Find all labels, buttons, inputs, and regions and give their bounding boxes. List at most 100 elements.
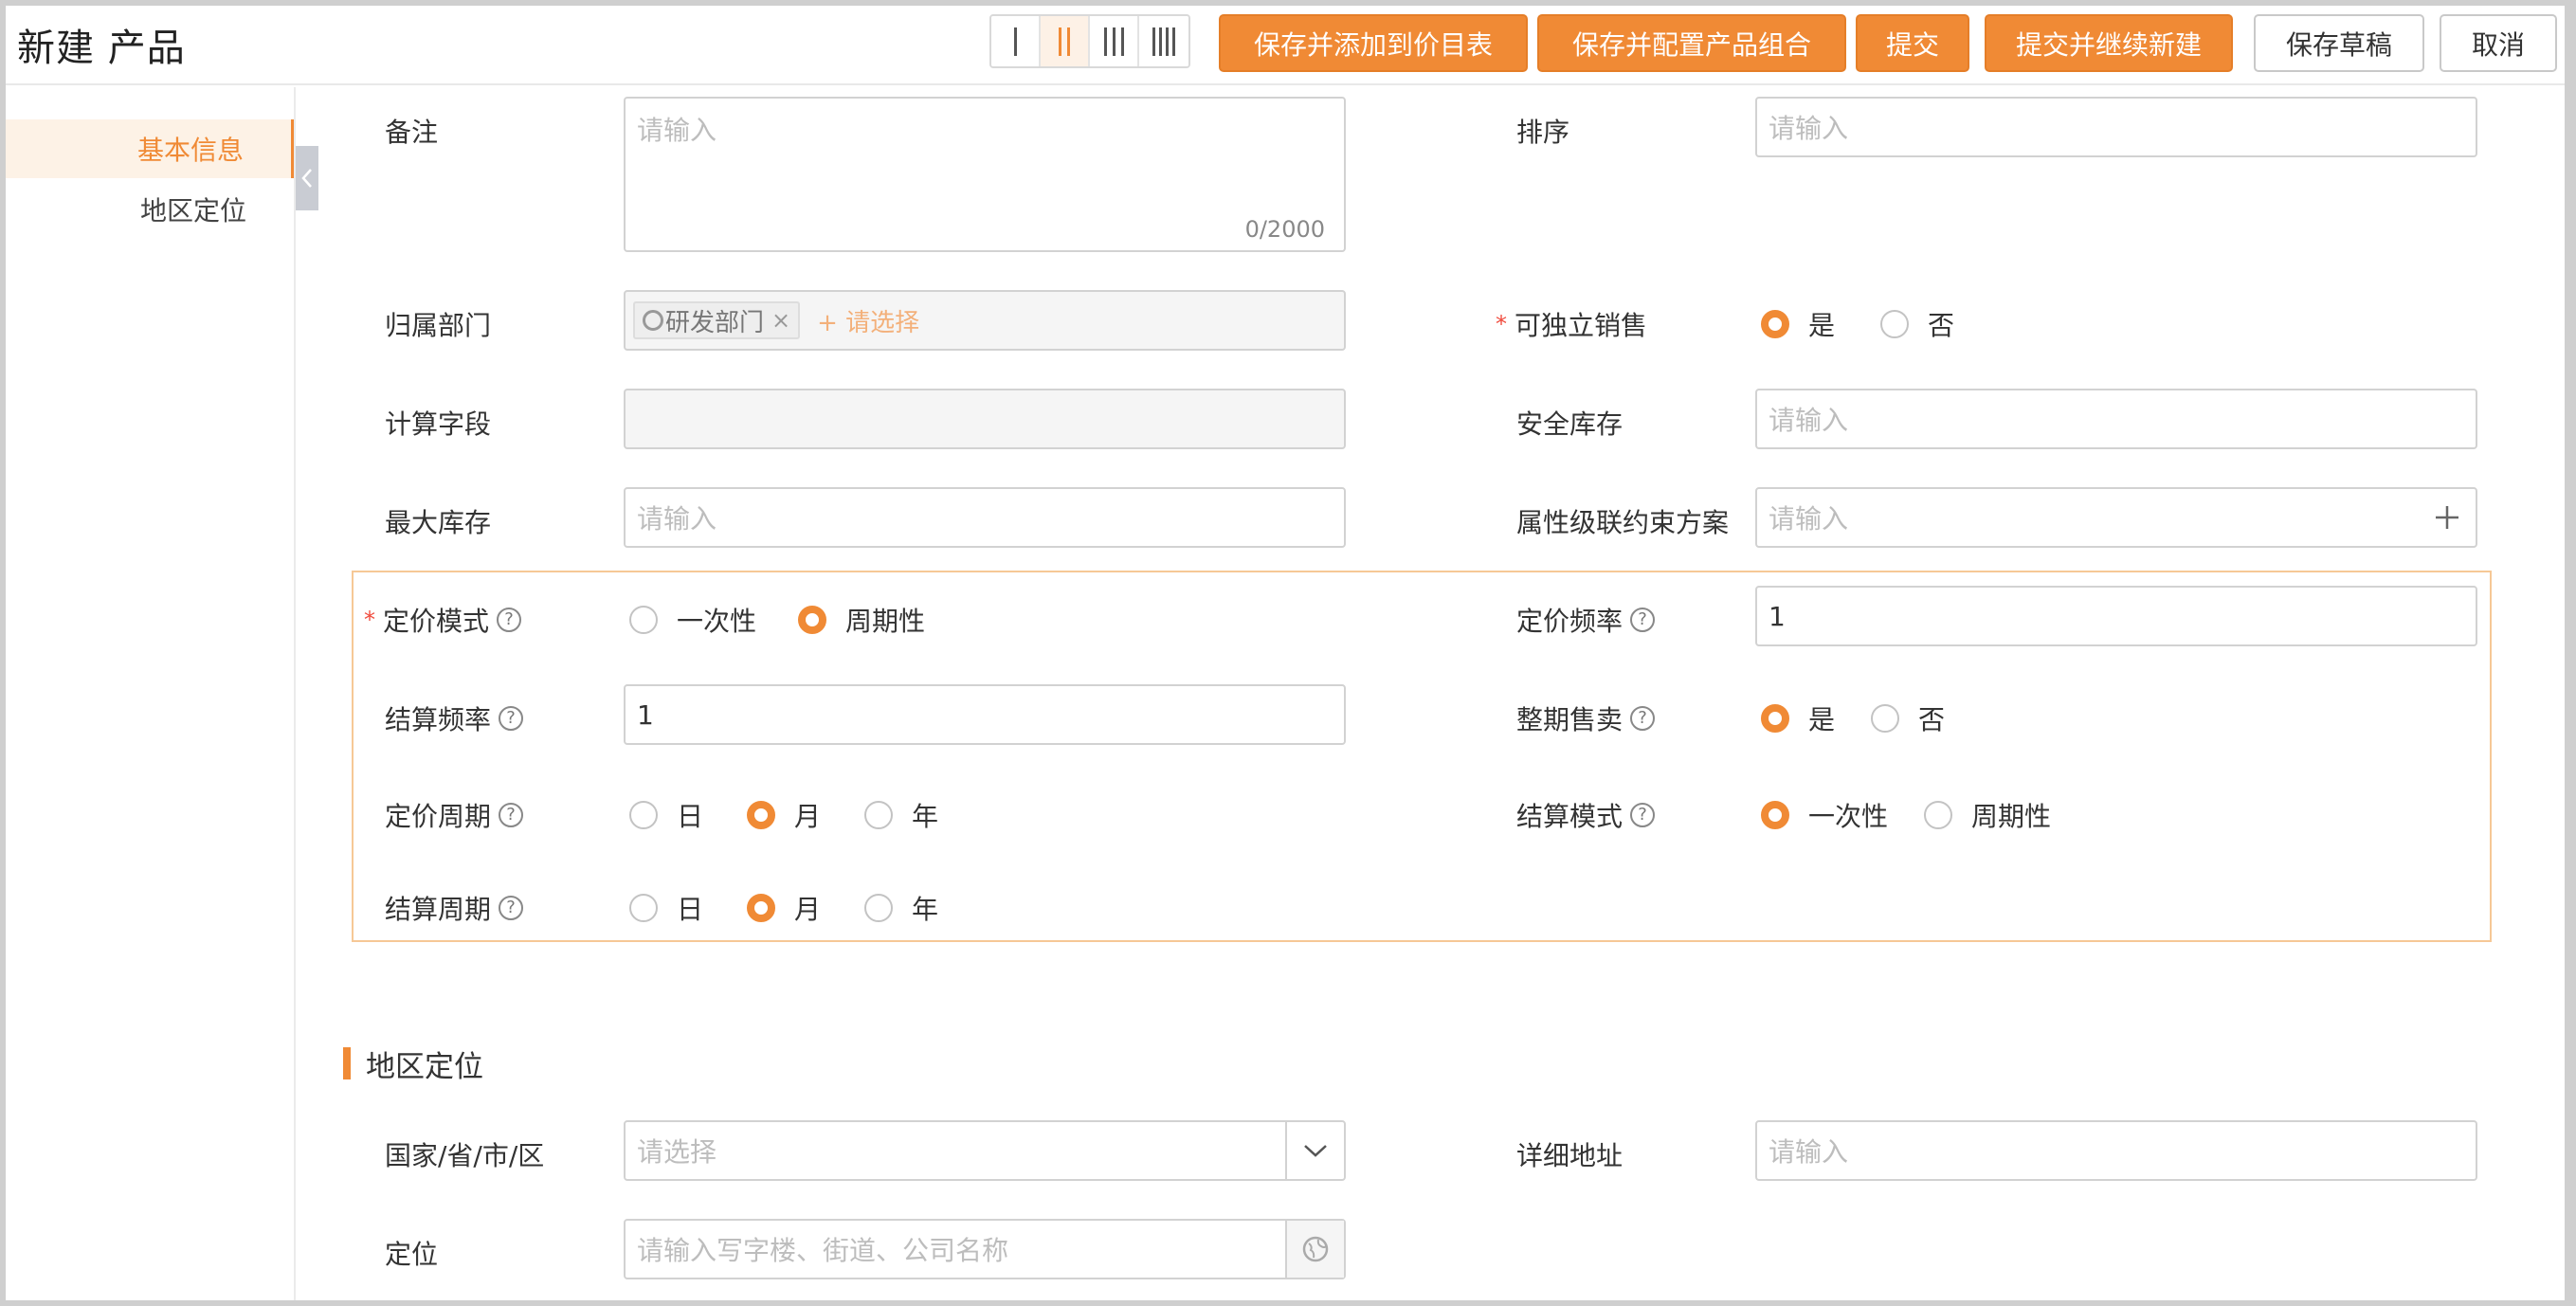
- settle-freq-value: 1: [637, 698, 654, 731]
- radio-label: 年: [912, 801, 939, 832]
- department-add-link[interactable]: + 请选择: [817, 303, 919, 338]
- nav-item-basic-info[interactable]: 基本信息: [6, 119, 294, 178]
- save-add-pricelist-button[interactable]: 保存并添加到价目表: [1219, 14, 1528, 72]
- sort-placeholder: 请输入: [1769, 113, 1849, 144]
- settle-period-year[interactable]: 年: [864, 889, 938, 927]
- cancel-button[interactable]: 取消: [2440, 14, 2557, 72]
- layout-4-column-button[interactable]: [1139, 16, 1188, 66]
- max-stock-input[interactable]: 请输入: [624, 487, 1346, 548]
- plus-icon[interactable]: [2419, 489, 2476, 546]
- location-input[interactable]: 请输入写字楼、街道、公司名称: [624, 1219, 1346, 1279]
- attr-constraint-placeholder: 请输入: [1769, 503, 1849, 535]
- max-stock-label: 最大库存: [385, 507, 492, 538]
- pricing-period-year[interactable]: 年: [864, 796, 938, 834]
- country-select[interactable]: 请选择: [624, 1120, 1346, 1181]
- nav-item-region[interactable]: 地区定位: [6, 180, 294, 239]
- settle-mode-label: 结算模式?: [1516, 796, 1656, 834]
- layout-3-column-button[interactable]: [1090, 16, 1139, 66]
- whole-period-yes[interactable]: 是: [1761, 699, 1835, 737]
- pricing-period-radios: 日 月 年: [629, 796, 976, 834]
- country-placeholder: 请选择: [637, 1136, 717, 1168]
- help-icon[interactable]: ?: [499, 706, 524, 731]
- nav-item-label: 基本信息: [136, 135, 244, 166]
- remark-char-counter: 0/2000: [1244, 216, 1325, 243]
- settle-period-day[interactable]: 日: [629, 889, 703, 927]
- safety-stock-input[interactable]: 请输入: [1755, 389, 2477, 449]
- help-icon[interactable]: ?: [497, 608, 522, 632]
- settle-period-month[interactable]: 月: [747, 889, 821, 927]
- pricing-mode-label-text: 定价模式: [383, 606, 490, 637]
- page-header: 新建 产品 保存并添加到价目表 保存并配置产品组合 提交 提交并继续新建 保存草…: [6, 6, 2565, 85]
- layout-1-column-button[interactable]: [991, 16, 1041, 66]
- settle-period-radios: 日 月 年: [629, 889, 976, 927]
- radio-icon: [864, 801, 894, 829]
- remark-textarea[interactable]: 请输入 0/2000: [624, 97, 1346, 252]
- settle-period-label: 结算周期?: [385, 889, 524, 927]
- chevron-down-icon[interactable]: [1285, 1122, 1344, 1179]
- calc-field-label: 计算字段: [385, 408, 492, 440]
- pricing-period-label-text: 定价周期: [385, 801, 492, 832]
- radio-icon: [1871, 704, 1900, 733]
- radio-label: 年: [912, 894, 939, 925]
- sort-input[interactable]: 请输入: [1755, 97, 2477, 157]
- attr-constraint-input[interactable]: 请输入: [1755, 487, 2477, 548]
- radio-label: 否: [1928, 310, 1955, 341]
- country-label: 国家/省/市/区: [385, 1140, 545, 1171]
- help-icon[interactable]: ?: [1630, 608, 1656, 632]
- pricing-period-month[interactable]: 月: [747, 796, 821, 834]
- radio-icon: [1761, 310, 1789, 338]
- sort-label: 排序: [1516, 117, 1570, 148]
- pricing-period-day[interactable]: 日: [629, 796, 703, 834]
- location-placeholder: 请输入写字楼、街道、公司名称: [637, 1235, 1009, 1266]
- address-input[interactable]: 请输入: [1755, 1120, 2477, 1181]
- safety-stock-label: 安全库存: [1516, 408, 1624, 440]
- remark-label: 备注: [385, 117, 439, 148]
- whole-period-radios: 是 否: [1761, 699, 1983, 737]
- settle-mode-one-time[interactable]: 一次性: [1761, 796, 1888, 834]
- section-nav: 基本信息 地区定位: [6, 87, 296, 1300]
- radio-icon: [629, 894, 658, 922]
- circle-icon: [643, 310, 663, 331]
- radio-icon: [629, 606, 658, 634]
- department-select[interactable]: 研发部门 × + 请选择: [624, 290, 1346, 351]
- department-tag: 研发部门 ×: [633, 301, 801, 339]
- settle-mode-periodic[interactable]: 周期性: [1924, 796, 2051, 834]
- settle-freq-label: 结算频率?: [385, 699, 524, 737]
- pricing-mode-label: * 定价模式?: [364, 601, 522, 639]
- section-bar: [343, 1047, 351, 1079]
- pricing-mode-periodic[interactable]: 周期性: [798, 601, 925, 639]
- save-config-bundle-button[interactable]: 保存并配置产品组合: [1537, 14, 1846, 72]
- submit-button[interactable]: 提交: [1856, 14, 1969, 72]
- help-icon[interactable]: ?: [1630, 706, 1656, 731]
- address-label: 详细地址: [1516, 1140, 1624, 1171]
- pricing-freq-input[interactable]: 1: [1755, 586, 2477, 646]
- pricing-mode-one-time[interactable]: 一次性: [629, 601, 756, 639]
- calc-field-input: [624, 389, 1346, 449]
- radio-label: 周期性: [845, 606, 926, 637]
- whole-period-no[interactable]: 否: [1871, 699, 1945, 737]
- sidebar-collapse-handle[interactable]: [296, 146, 318, 210]
- radio-icon: [629, 801, 658, 829]
- independent-sale-radios: 是 否: [1761, 305, 1992, 343]
- independent-sale-no[interactable]: 否: [1880, 305, 1954, 343]
- help-icon[interactable]: ?: [499, 896, 524, 920]
- pricing-freq-label: 定价频率?: [1516, 601, 1656, 639]
- independent-sale-yes[interactable]: 是: [1761, 305, 1835, 343]
- radio-icon: [747, 801, 776, 829]
- help-icon[interactable]: ?: [499, 803, 524, 827]
- globe-icon[interactable]: [1285, 1221, 1344, 1278]
- radio-label: 日: [677, 801, 704, 832]
- department-tag-text: 研发部门: [665, 308, 765, 337]
- page-title: 新建 产品: [17, 27, 186, 70]
- save-draft-button[interactable]: 保存草稿: [2254, 14, 2424, 72]
- layout-2-column-button[interactable]: [1041, 16, 1090, 66]
- settle-freq-input[interactable]: 1: [624, 684, 1346, 745]
- help-icon[interactable]: ?: [1630, 803, 1656, 827]
- radio-label: 否: [1918, 704, 1946, 735]
- radio-label: 是: [1808, 310, 1836, 341]
- submit-continue-button[interactable]: 提交并继续新建: [1985, 14, 2233, 72]
- close-icon[interactable]: ×: [771, 307, 790, 334]
- radio-icon: [1761, 704, 1789, 733]
- independent-sale-label: * 可独立销售: [1496, 305, 1647, 343]
- independent-sale-label-text: 可独立销售: [1515, 310, 1648, 341]
